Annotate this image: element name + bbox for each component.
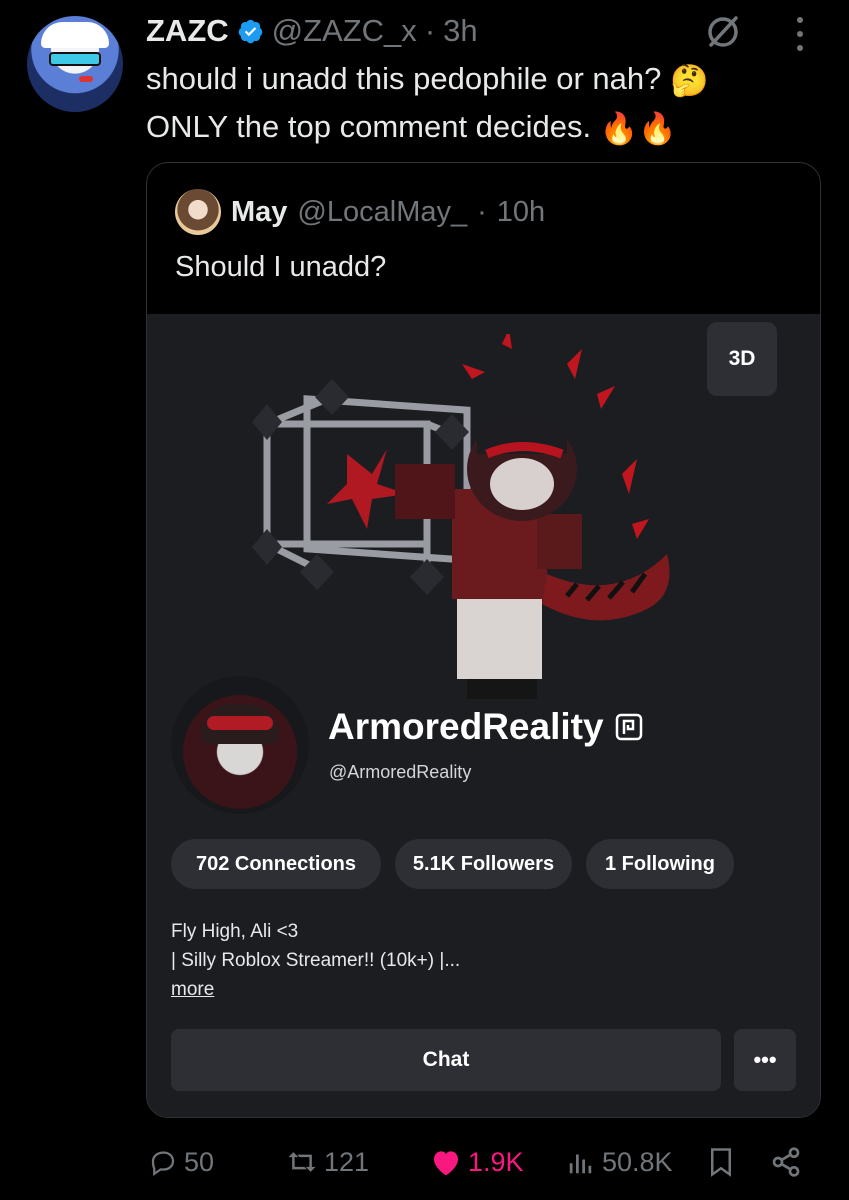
- quoted-author-avatar[interactable]: [175, 189, 221, 235]
- views-count: 50.8K: [602, 1146, 673, 1177]
- quoted-post-text: Should I unadd?: [175, 251, 387, 283]
- quoted-author-name[interactable]: May: [231, 196, 287, 229]
- author-avatar[interactable]: [27, 16, 123, 112]
- bookmark-icon: [711, 1148, 731, 1177]
- connections-pill[interactable]: 702 Connections: [171, 839, 381, 889]
- avatar-cap: [41, 22, 109, 48]
- repost-icon: [288, 1152, 316, 1172]
- bio-line-2: | Silly Roblox Streamer!! (10k+) |...: [171, 950, 461, 971]
- view-3d-button[interactable]: 3D: [707, 322, 777, 396]
- views-button[interactable]: 50.8K: [566, 1138, 673, 1186]
- post-time[interactable]: 3h: [443, 13, 477, 49]
- profile-avatar-rose: [207, 716, 273, 730]
- profile-display-name-text: ArmoredReality: [328, 706, 604, 747]
- verified-badge-icon: [238, 19, 262, 43]
- heart-icon: [434, 1151, 458, 1176]
- reply-button[interactable]: 50: [148, 1138, 214, 1186]
- post-text-line-1-text: should i unadd this pedophile or nah?: [146, 61, 662, 96]
- quoted-author-handle[interactable]: @LocalMay_: [297, 196, 467, 229]
- profile-username: @ArmoredReality: [329, 762, 472, 782]
- grok-icon[interactable]: [703, 12, 743, 52]
- share-icon: [772, 1147, 800, 1177]
- author-handle[interactable]: @ZAZC_x: [272, 13, 417, 49]
- like-count: 1.9K: [468, 1146, 524, 1177]
- chat-button[interactable]: Chat: [171, 1029, 721, 1091]
- post-text-line-2: ONLY the top comment decides. 🔥🔥: [146, 104, 806, 152]
- quoted-post[interactable]: May @LocalMay_ · 10h Should I unadd? 3D: [146, 162, 821, 1118]
- quoted-post-time[interactable]: 10h: [497, 196, 545, 229]
- more-options-icon[interactable]: [790, 14, 810, 54]
- bio-more-link[interactable]: more: [171, 975, 460, 1004]
- profile-avatar[interactable]: [171, 676, 309, 814]
- roblox-avatar-render: [252, 334, 670, 699]
- reply-count: 50: [184, 1146, 215, 1177]
- bookmark-button[interactable]: [706, 1138, 736, 1186]
- separator-dot: ·: [424, 13, 436, 48]
- profile-display-name: ArmoredReality: [328, 706, 644, 748]
- post-text: should i unadd this pedophile or nah? 🤔 …: [146, 56, 806, 152]
- thinking-emoji-icon: 🤔: [669, 62, 709, 98]
- like-button[interactable]: 1.9K: [430, 1138, 524, 1186]
- premium-badge-icon: [615, 713, 642, 741]
- author-name[interactable]: ZAZC: [146, 13, 229, 49]
- repost-button[interactable]: 121: [286, 1138, 369, 1186]
- repost-count: 121: [324, 1146, 370, 1177]
- following-pill[interactable]: 1 Following: [586, 839, 734, 889]
- profile-screenshot[interactable]: 3D ArmoredReality @ArmoredReality 702 Co…: [147, 314, 820, 1117]
- fire-emoji-icon: 🔥🔥: [599, 110, 677, 146]
- reply-icon: [151, 1151, 175, 1177]
- quoted-separator-dot: ·: [477, 195, 487, 228]
- avatar-mic: [79, 76, 93, 82]
- profile-bio: Fly High, Ali <3 | Silly Roblox Streamer…: [171, 917, 460, 1004]
- post-header: ZAZC @ZAZC_x · 3h: [146, 13, 478, 49]
- post-text-line-2-text: ONLY the top comment decides.: [146, 108, 592, 144]
- bio-line-1: Fly High, Ali <3: [171, 921, 299, 942]
- post-action-bar: 50 121 1.9K 50.8K: [146, 1138, 816, 1186]
- views-chart-icon: [569, 1154, 592, 1174]
- avatar-visor: [49, 52, 101, 66]
- followers-pill[interactable]: 5.1K Followers: [395, 839, 572, 889]
- quoted-post-header: May @LocalMay_ · 10h: [175, 189, 545, 235]
- share-button[interactable]: [770, 1138, 802, 1186]
- profile-more-options-button[interactable]: •••: [734, 1029, 796, 1091]
- post-text-line-1: should i unadd this pedophile or nah? 🤔: [146, 56, 806, 104]
